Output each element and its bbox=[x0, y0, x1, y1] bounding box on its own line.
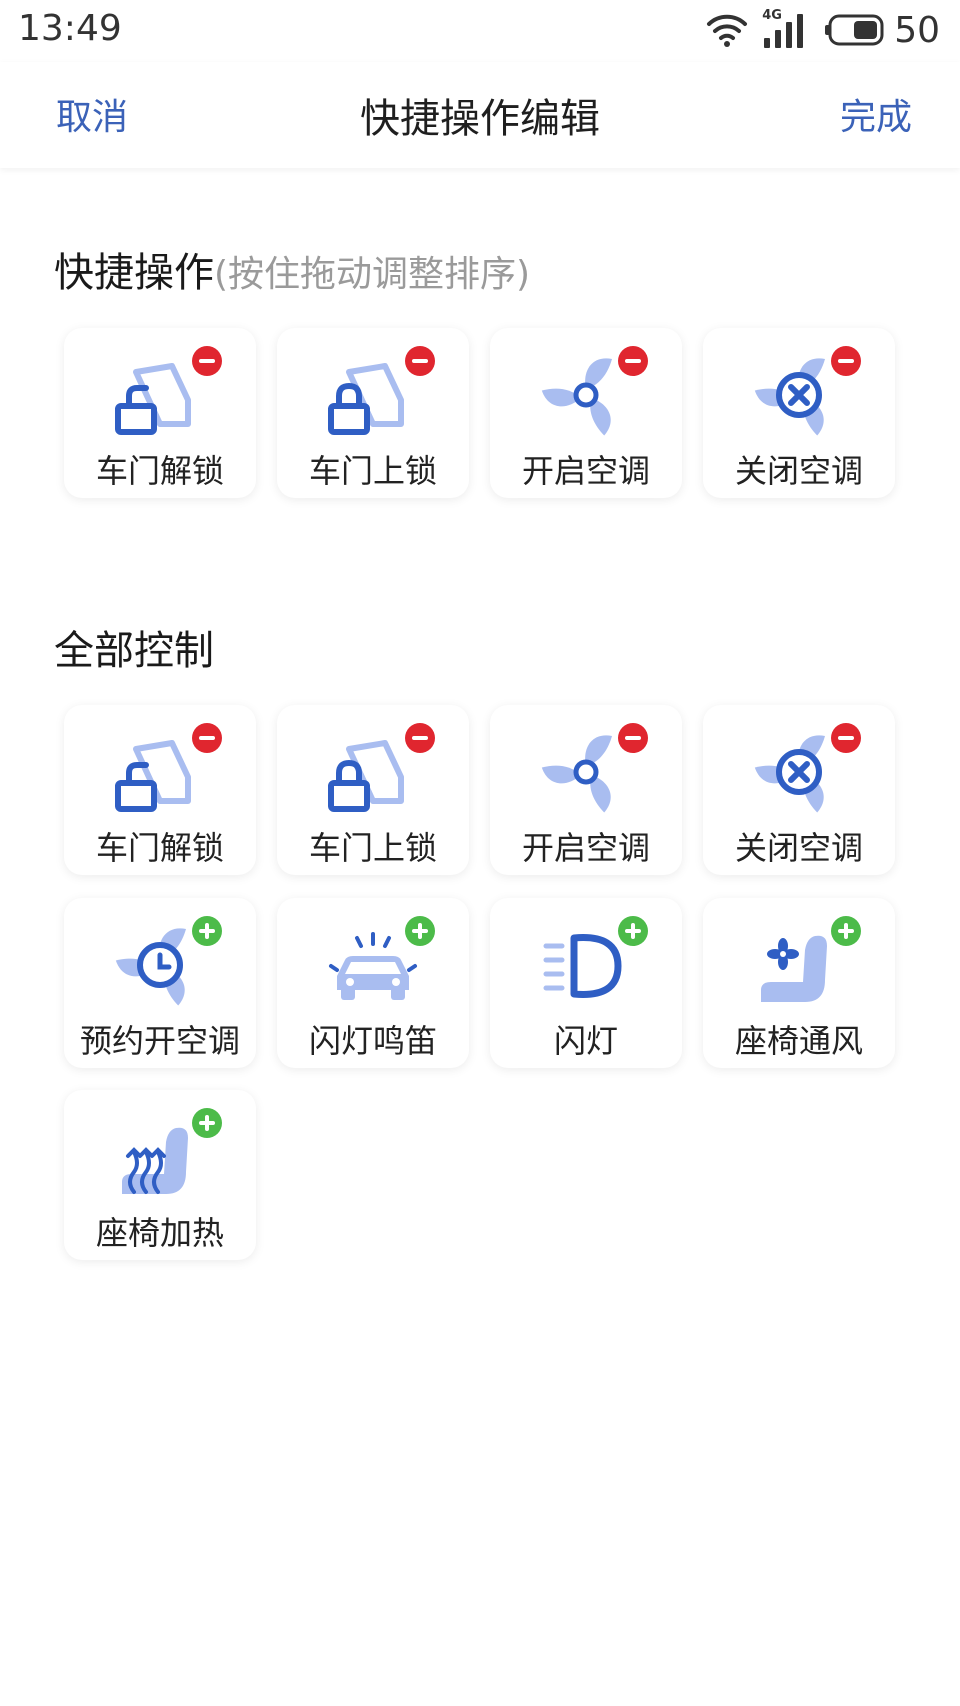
tile-label: 座椅通风 bbox=[734, 1022, 863, 1060]
status-bar: 13:49 4G 50 bbox=[0, 0, 960, 62]
remove-badge-icon[interactable] bbox=[405, 723, 435, 753]
all-tile-ac-off[interactable]: 关闭空调 bbox=[703, 705, 895, 875]
done-button[interactable]: 完成 bbox=[840, 88, 912, 140]
status-time: 13:49 bbox=[18, 8, 122, 49]
add-badge-icon[interactable] bbox=[405, 916, 435, 946]
add-badge-icon[interactable] bbox=[831, 916, 861, 946]
status-icons: 4G 50 bbox=[706, 8, 940, 52]
add-badge-icon[interactable] bbox=[618, 916, 648, 946]
add-badge-icon[interactable] bbox=[192, 1108, 222, 1138]
quick-tile-ac-on[interactable]: 开启空调 bbox=[490, 328, 682, 498]
tile-label: 开启空调 bbox=[521, 452, 650, 490]
tile-label: 预约开空调 bbox=[79, 1022, 240, 1060]
remove-badge-icon[interactable] bbox=[192, 346, 222, 376]
quick-section-hint: (按住拖动调整排序) bbox=[214, 254, 531, 295]
remove-badge-icon[interactable] bbox=[618, 346, 648, 376]
quick-section-heading: 快捷操作 bbox=[54, 250, 214, 296]
all-tile-door-unlock[interactable]: 车门解锁 bbox=[64, 705, 256, 875]
all-section-heading: 全部控制 bbox=[54, 628, 214, 674]
quick-tile-door-unlock[interactable]: 车门解锁 bbox=[64, 328, 256, 498]
quick-tile-ac-off[interactable]: 关闭空调 bbox=[703, 328, 895, 498]
cancel-button[interactable]: 取消 bbox=[56, 88, 128, 140]
all-section-title: 全部控制 bbox=[54, 618, 214, 676]
tile-label: 车门上锁 bbox=[308, 829, 437, 867]
tile-label: 车门解锁 bbox=[95, 829, 224, 867]
tile-label: 开启空调 bbox=[521, 829, 650, 867]
all-tile-seat-heating[interactable]: 座椅加热 bbox=[64, 1090, 256, 1260]
battery-icon bbox=[825, 14, 884, 46]
tile-label: 闪灯 bbox=[553, 1022, 618, 1060]
quick-section-title: 快捷操作(按住拖动调整排序) bbox=[54, 240, 530, 298]
all-tile-flash-horn[interactable]: 闪灯鸣笛 bbox=[277, 898, 469, 1068]
tile-label: 关闭空调 bbox=[734, 452, 863, 490]
add-badge-icon[interactable] bbox=[192, 916, 222, 946]
remove-badge-icon[interactable] bbox=[831, 723, 861, 753]
tile-label: 闪灯鸣笛 bbox=[308, 1022, 437, 1060]
battery-level: 50 bbox=[894, 9, 940, 51]
remove-badge-icon[interactable] bbox=[405, 346, 435, 376]
all-tile-ac-schedule[interactable]: 预约开空调 bbox=[64, 898, 256, 1068]
quick-tile-door-lock[interactable]: 车门上锁 bbox=[277, 328, 469, 498]
all-tile-door-lock[interactable]: 车门上锁 bbox=[277, 705, 469, 875]
remove-badge-icon[interactable] bbox=[618, 723, 648, 753]
signal-icon: 4G bbox=[762, 8, 810, 50]
all-tile-flash[interactable]: 闪灯 bbox=[490, 898, 682, 1068]
all-tile-ac-on[interactable]: 开启空调 bbox=[490, 705, 682, 875]
nav-bar: 取消 快捷操作编辑 完成 bbox=[0, 62, 960, 168]
tile-label: 座椅加热 bbox=[95, 1214, 224, 1252]
tile-label: 车门解锁 bbox=[95, 452, 224, 490]
tile-label: 关闭空调 bbox=[734, 829, 863, 867]
remove-badge-icon[interactable] bbox=[192, 723, 222, 753]
page-title: 快捷操作编辑 bbox=[360, 96, 600, 142]
tile-label: 车门上锁 bbox=[308, 452, 437, 490]
wifi-icon bbox=[707, 14, 748, 47]
all-tile-seat-ventilation[interactable]: 座椅通风 bbox=[703, 898, 895, 1068]
remove-badge-icon[interactable] bbox=[831, 346, 861, 376]
